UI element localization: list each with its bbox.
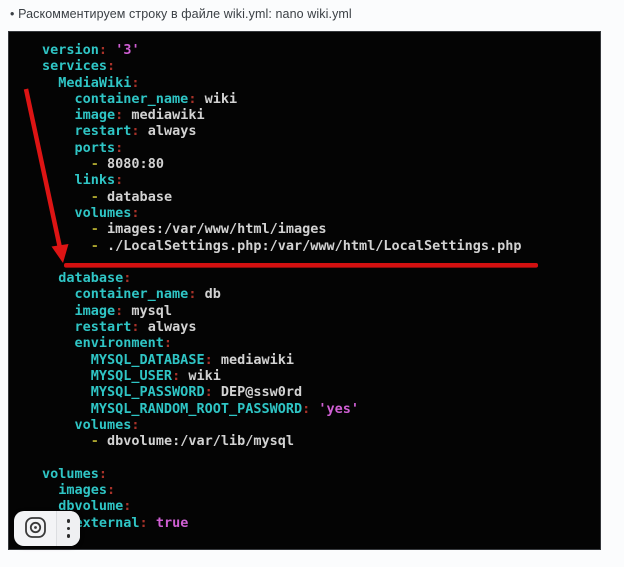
yaml-line: images:	[42, 482, 600, 498]
capture-toolbar[interactable]	[14, 511, 80, 546]
yaml-line: links:	[42, 172, 600, 188]
yaml-line	[42, 449, 600, 465]
yaml-line: database:	[42, 270, 600, 286]
yaml-line: MYSQL_RANDOM_ROOT_PASSWORD: 'yes'	[42, 401, 600, 417]
terminal-content: version: '3'services: MediaWiki: contain…	[42, 42, 600, 547]
yaml-line: restart: always	[42, 123, 600, 139]
yaml-line: MediaWiki:	[42, 75, 600, 91]
yaml-line: - 8080:80	[42, 156, 600, 172]
yaml-line: container_name: db	[42, 286, 600, 302]
instruction-text: • Раскомментируем строку в файле wiki.ym…	[10, 7, 352, 21]
lens-icon	[24, 516, 47, 542]
yaml-line: dbvolume:	[42, 498, 600, 514]
yaml-line: services:	[42, 58, 600, 74]
yaml-line: ~	[42, 531, 600, 547]
yaml-line: ports:	[42, 140, 600, 156]
bullet: •	[10, 7, 14, 21]
yaml-line: MYSQL_DATABASE: mediawiki	[42, 352, 600, 368]
screen-search-button[interactable]	[14, 511, 56, 546]
yaml-line: volumes:	[42, 466, 600, 482]
yaml-line: image: mediawiki	[42, 107, 600, 123]
yaml-line: - ./LocalSettings.php:/var/www/html/Loca…	[42, 238, 600, 254]
yaml-line: restart: always	[42, 319, 600, 335]
terminal-window[interactable]: version: '3'services: MediaWiki: contain…	[8, 31, 601, 550]
yaml-line: volumes:	[42, 205, 600, 221]
yaml-line: - dbvolume:/var/lib/mysql	[42, 433, 600, 449]
yaml-line: MYSQL_PASSWORD: DEP@ssw0rd	[42, 384, 600, 400]
yaml-line: - images:/var/www/html/images	[42, 221, 600, 237]
yaml-line: environment:	[42, 335, 600, 351]
yaml-line: volumes:	[42, 417, 600, 433]
more-options-button[interactable]	[56, 511, 80, 546]
yaml-line: version: '3'	[42, 42, 600, 58]
yaml-line: image: mysql	[42, 303, 600, 319]
instruction-label: Раскомментируем строку в файле wiki.yml:…	[18, 7, 352, 21]
kebab-menu-icon	[67, 519, 70, 537]
yaml-line: external: true	[42, 515, 600, 531]
yaml-line: MYSQL_USER: wiki	[42, 368, 600, 384]
yaml-line: container_name: wiki	[42, 91, 600, 107]
yaml-line: - database	[42, 189, 600, 205]
yaml-line	[42, 254, 600, 270]
